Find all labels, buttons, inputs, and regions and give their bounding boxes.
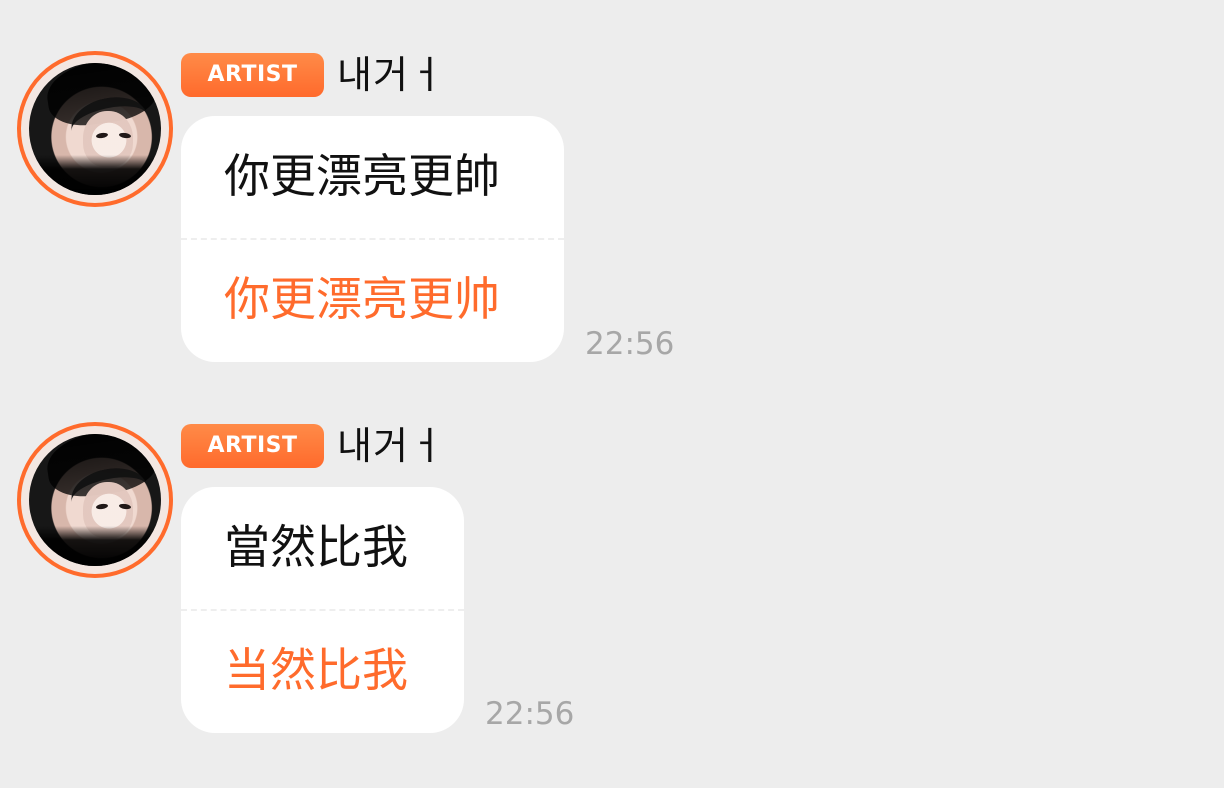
message-timestamp: 22:56 bbox=[585, 326, 675, 362]
profile-photo-icon bbox=[29, 434, 161, 566]
message-divider bbox=[181, 609, 464, 611]
translated-message-text: 你更漂亮更帅 bbox=[224, 272, 500, 326]
avatar[interactable] bbox=[17, 422, 173, 578]
translated-message-text: 当然比我 bbox=[224, 643, 408, 697]
avatar-hair-icon bbox=[66, 90, 153, 156]
message-divider bbox=[181, 238, 564, 240]
artist-badge: ARTIST bbox=[181, 424, 324, 468]
sender-name: 내거ㅓ bbox=[337, 53, 445, 97]
message-timestamp: 22:56 bbox=[485, 696, 575, 732]
sender-name: 내거ㅓ bbox=[337, 424, 445, 468]
message-bubble[interactable]: 當然比我 当然比我 bbox=[181, 487, 464, 733]
avatar-hair-icon bbox=[66, 461, 153, 527]
profile-photo-icon bbox=[29, 63, 161, 195]
artist-badge: ARTIST bbox=[181, 53, 324, 97]
original-message-text: 你更漂亮更帥 bbox=[224, 149, 500, 203]
message-bubble[interactable]: 你更漂亮更帥 你更漂亮更帅 bbox=[181, 116, 564, 362]
original-message-text: 當然比我 bbox=[224, 520, 408, 574]
avatar[interactable] bbox=[17, 51, 173, 207]
